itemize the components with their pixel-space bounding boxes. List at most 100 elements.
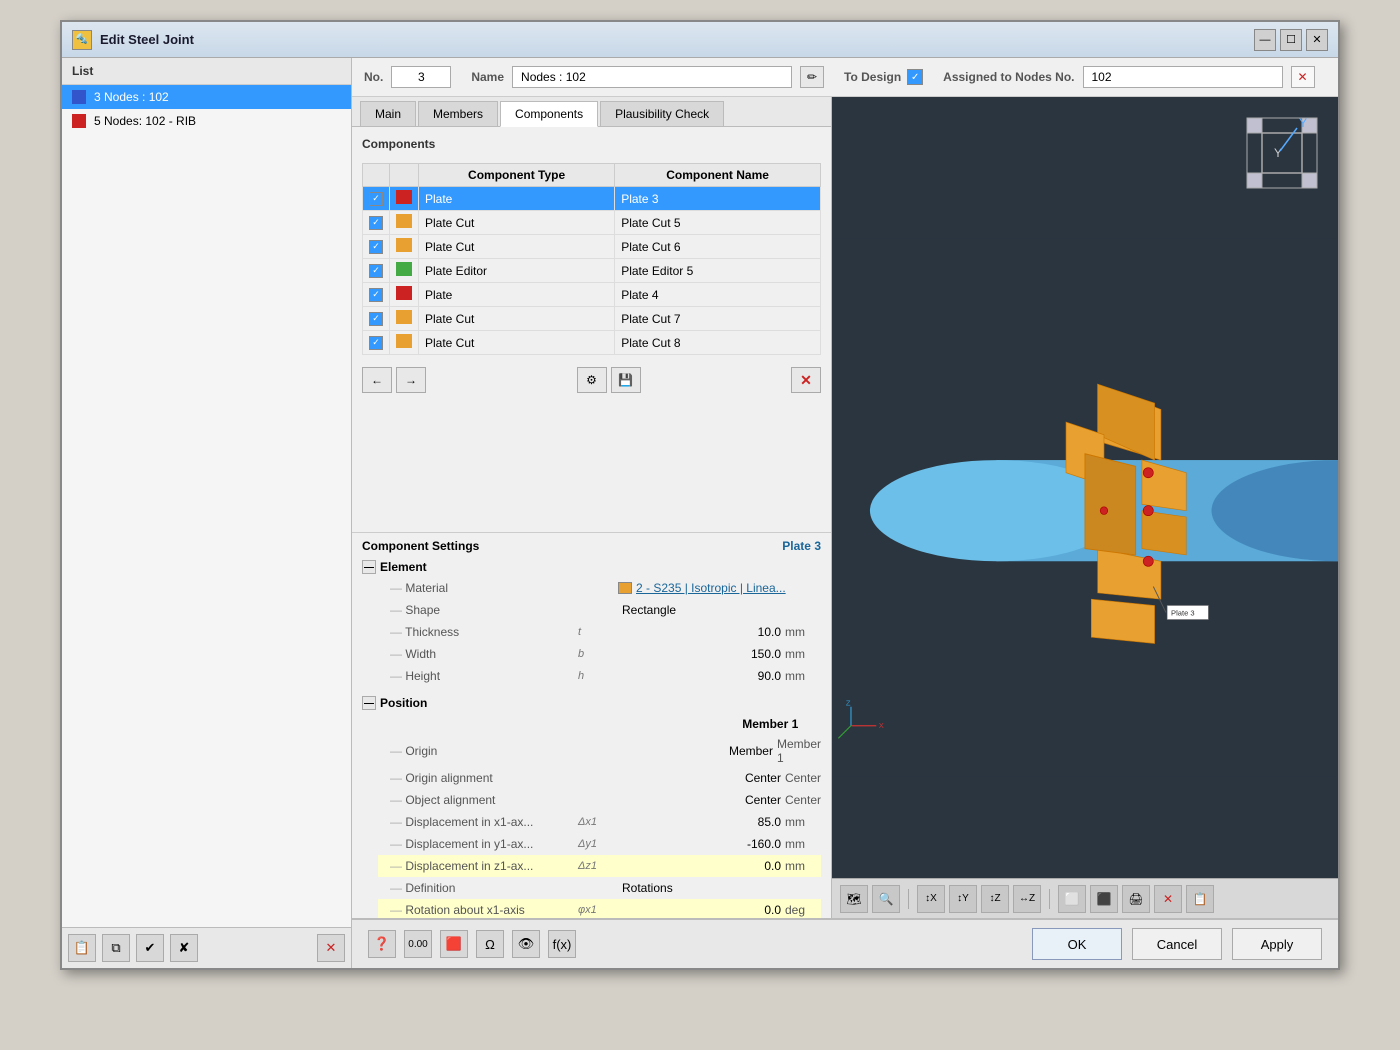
row-check[interactable] (363, 187, 390, 211)
comp-type[interactable]: Plate Cut (419, 235, 615, 259)
list-item-label: 3 Nodes : 102 (94, 90, 169, 104)
check-button[interactable]: ✔ (136, 934, 164, 962)
nav-cube[interactable]: Y Y (1242, 113, 1322, 193)
row-check[interactable] (363, 259, 390, 283)
move-right-button[interactable]: → (396, 367, 426, 393)
tab-components[interactable]: Components (500, 101, 598, 127)
layer-button[interactable]: ⬜ (1058, 885, 1086, 913)
table-row[interactable]: Plate Cut Plate Cut 5 (363, 211, 821, 235)
list-item[interactable]: 5 Nodes: 102 - RIB (62, 109, 351, 133)
axis-z2-button[interactable]: ↔Z (1013, 885, 1041, 913)
axis-z-button[interactable]: ↕Z (981, 885, 1009, 913)
table-row[interactable]: Plate Cut Plate Cut 6 (363, 235, 821, 259)
disp-y1-value[interactable]: -160.0 (618, 837, 785, 851)
assigned-input[interactable]: 102 (1083, 66, 1283, 88)
delete-button[interactable]: ✕ (317, 934, 345, 962)
rot-x1-value[interactable]: 0.0 (618, 903, 785, 917)
comp-name[interactable]: Plate Cut 8 (615, 331, 821, 355)
color-button[interactable]: 🟥 (440, 930, 468, 958)
row-check[interactable] (363, 211, 390, 235)
thickness-value[interactable]: 10.0 (618, 625, 785, 639)
height-value[interactable]: 90.0 (618, 669, 785, 683)
comp-name[interactable]: Plate 4 (615, 283, 821, 307)
view-button[interactable]: 👁 (512, 930, 540, 958)
collapse-icon[interactable]: — (362, 696, 376, 710)
material-text[interactable]: 2 - S235 | Isotropic | Linea... (636, 581, 786, 595)
comp-name[interactable]: Plate Cut 7 (615, 307, 821, 331)
delete-component-button[interactable]: ✕ (791, 367, 821, 393)
comp-type[interactable]: Plate (419, 283, 615, 307)
material-value: 2 - S235 | Isotropic | Linea... (618, 581, 786, 595)
collapse-icon[interactable]: — (362, 560, 376, 574)
origin-align-col2: Center (785, 771, 821, 785)
def-label: Definition (378, 881, 578, 895)
table-row[interactable]: Plate Plate 3 (363, 187, 821, 211)
axis-y-button[interactable]: ↕Y (949, 885, 977, 913)
row-check[interactable] (363, 307, 390, 331)
close-button[interactable]: ✕ (1306, 29, 1328, 51)
check-icon (369, 192, 383, 206)
row-check[interactable] (363, 283, 390, 307)
function-button[interactable]: f(x) (548, 930, 576, 958)
comp-name[interactable]: Plate 3 (615, 187, 821, 211)
settings-button[interactable]: ⚙ (577, 367, 607, 393)
comp-name[interactable]: Plate Cut 5 (615, 211, 821, 235)
to-design-checkbox[interactable] (907, 69, 923, 85)
no-input[interactable]: 3 (391, 66, 451, 88)
color-swatch (396, 262, 412, 276)
uncheck-button[interactable]: ✘ (170, 934, 198, 962)
minimize-button[interactable]: — (1254, 29, 1276, 51)
print-button[interactable]: 🖨 (1122, 885, 1150, 913)
save-button[interactable]: 💾 (611, 367, 641, 393)
name-input[interactable]: Nodes : 102 (512, 66, 792, 88)
prop-row-origin: Origin Member Member 1 (378, 735, 821, 767)
width-value[interactable]: 150.0 (618, 647, 785, 661)
export-button[interactable]: 📋 (1186, 885, 1214, 913)
list-item[interactable]: 3 Nodes : 102 (62, 85, 351, 109)
precision-button[interactable]: 0.00 (404, 930, 432, 958)
check-icon (369, 336, 383, 350)
tab-plausibility[interactable]: Plausibility Check (600, 101, 724, 126)
item-color (72, 90, 86, 104)
tab-members[interactable]: Members (418, 101, 498, 126)
map-icon-button[interactable]: 🗺 (840, 885, 868, 913)
row-check[interactable] (363, 331, 390, 355)
disp-x1-value[interactable]: 85.0 (618, 815, 785, 829)
help-button[interactable]: ❓ (368, 930, 396, 958)
maximize-button[interactable]: ☐ (1280, 29, 1302, 51)
cancel-button[interactable]: Cancel (1132, 928, 1222, 960)
obj-align-label: Object alignment (378, 793, 578, 807)
ok-button[interactable]: OK (1032, 928, 1122, 960)
tab-main[interactable]: Main (360, 101, 416, 126)
table-row[interactable]: Plate Cut Plate Cut 8 (363, 331, 821, 355)
move-left-button[interactable]: ← (362, 367, 392, 393)
row-check[interactable] (363, 235, 390, 259)
comp-name[interactable]: Plate Editor 5 (615, 259, 821, 283)
check-icon (369, 288, 383, 302)
comp-type[interactable]: Plate (419, 187, 615, 211)
axis-x-button[interactable]: ↕X (917, 885, 945, 913)
table-row[interactable]: Plate Cut Plate Cut 7 (363, 307, 821, 331)
disp-z1-value[interactable]: 0.0 (618, 859, 785, 873)
omega-button[interactable]: Ω (476, 930, 504, 958)
add-item-button[interactable]: 📋 (68, 934, 96, 962)
copy-button[interactable]: ⧉ (102, 934, 130, 962)
width-symbol: b (578, 648, 618, 660)
zoom-button[interactable]: 🔍 (872, 885, 900, 913)
name-field-group: Name Nodes : 102 ✏ (471, 66, 824, 88)
name-edit-icon[interactable]: ✏ (800, 66, 824, 88)
comp-type[interactable]: Plate Cut (419, 211, 615, 235)
position-header[interactable]: — Position (362, 693, 821, 713)
element-header[interactable]: — Element (362, 557, 821, 577)
cross-button[interactable]: ✕ (1154, 885, 1182, 913)
table-row[interactable]: Plate Plate 4 (363, 283, 821, 307)
comp-type[interactable]: Plate Editor (419, 259, 615, 283)
height-label: Height (378, 669, 578, 683)
comp-type[interactable]: Plate Cut (419, 331, 615, 355)
comp-type[interactable]: Plate Cut (419, 307, 615, 331)
apply-button[interactable]: Apply (1232, 928, 1322, 960)
comp-name[interactable]: Plate Cut 6 (615, 235, 821, 259)
assigned-clear-button[interactable]: ✕ (1291, 66, 1315, 88)
render-button[interactable]: ⬛ (1090, 885, 1118, 913)
table-row[interactable]: Plate Editor Plate Editor 5 (363, 259, 821, 283)
